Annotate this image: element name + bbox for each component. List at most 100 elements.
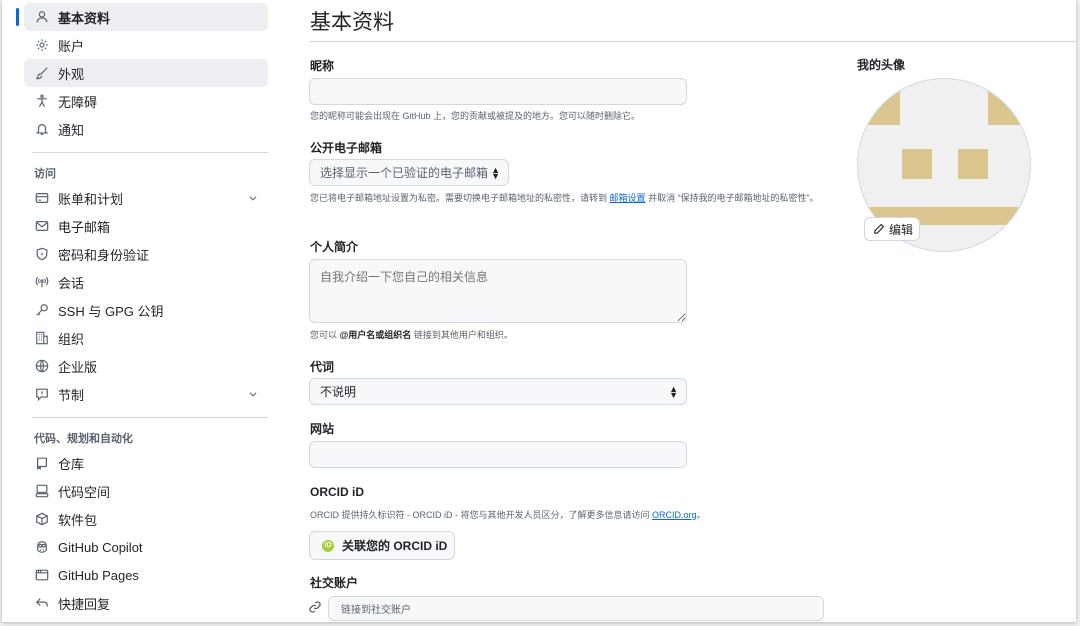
mail-icon bbox=[34, 218, 50, 234]
public-email-selected: 选择显示一个已验证的电子邮箱 bbox=[320, 166, 489, 180]
orcid-note: ORCID 提供持久标识符 - ORCID iD - 将您与其他开发人员区分，了… bbox=[310, 509, 706, 522]
connect-orcid-button[interactable]: iD 关联您的 ORCID iD bbox=[309, 531, 455, 560]
select-arrows-icon: ▲ ▼ bbox=[491, 165, 500, 181]
page-title: 基本资料 bbox=[310, 11, 394, 34]
bio-note-bold: @用户名或组织名 bbox=[339, 330, 412, 340]
divider bbox=[32, 417, 268, 418]
sidebar-item-label: 外观 bbox=[58, 66, 85, 82]
sidebar-item-moderation[interactable]: 节制 bbox=[24, 380, 268, 408]
report-icon bbox=[34, 386, 50, 402]
sidebar-item-label: 账单和计划 bbox=[58, 191, 124, 207]
reply-icon bbox=[34, 595, 50, 611]
public-email-note-text-end: 并取消 “保持我的电子邮箱地址的私密性”。 bbox=[648, 193, 819, 203]
settings-page: 基本资料 账户 外观 无障碍 通知 访问 账单和计划 电子邮箱 密码和身份验证 … bbox=[2, 0, 1076, 622]
bio-label: 个人简介 bbox=[310, 240, 359, 254]
edit-avatar-button[interactable]: 编辑 bbox=[864, 217, 920, 241]
orcid-note-end: 。 bbox=[696, 510, 706, 520]
sidebar-item-ssh-gpg[interactable]: SSH 与 GPG 公钥 bbox=[24, 296, 268, 324]
pronouns-select[interactable]: 不说明 ▲ ▼ bbox=[309, 378, 687, 405]
sidebar-item-emails[interactable]: 电子邮箱 bbox=[24, 212, 268, 240]
orcid-icon: iD bbox=[322, 539, 334, 552]
sidebar-item-profile[interactable]: 基本资料 bbox=[16, 3, 268, 31]
pronouns-label: 代词 bbox=[310, 360, 335, 374]
broadcast-icon bbox=[34, 274, 50, 290]
gear-icon bbox=[34, 37, 50, 53]
chevron-down-icon bbox=[248, 387, 258, 402]
link-icon bbox=[308, 600, 322, 617]
sidebar-item-label: 通知 bbox=[58, 122, 85, 138]
sidebar-item-label: 会话 bbox=[58, 275, 85, 291]
organization-icon bbox=[34, 330, 50, 346]
bio-textarea[interactable] bbox=[309, 259, 687, 323]
sidebar-item-label: 账户 bbox=[58, 38, 85, 54]
connect-orcid-label: 关联您的 ORCID iD bbox=[342, 539, 448, 553]
credit-card-icon bbox=[34, 190, 50, 206]
sidebar-item-label: SSH 与 GPG 公钥 bbox=[58, 303, 164, 319]
sidebar-item-billing[interactable]: 账单和计划 bbox=[24, 184, 268, 212]
sidebar-item-account[interactable]: 账户 bbox=[24, 31, 268, 59]
edit-avatar-label: 编辑 bbox=[889, 222, 914, 237]
browser-icon bbox=[34, 567, 50, 583]
sidebar-item-appearance[interactable]: 外观 bbox=[24, 59, 268, 87]
website-input[interactable] bbox=[309, 441, 687, 468]
email-settings-link[interactable]: 邮箱设置 bbox=[610, 193, 646, 203]
sidebar-item-notifications[interactable]: 通知 bbox=[24, 115, 268, 143]
divider bbox=[32, 152, 268, 153]
chevron-down-icon bbox=[248, 191, 258, 206]
nickname-note: 您的昵称可能会出现在 GitHub 上，您的贡献或被提及的地方。您可以随时删除它… bbox=[310, 111, 641, 121]
bio-note-text: 您可以 bbox=[310, 330, 338, 340]
orcid-label: ORCID iD bbox=[310, 485, 364, 499]
shield-lock-icon bbox=[34, 246, 50, 262]
avatar-label: 我的头像 bbox=[857, 58, 906, 72]
accessibility-icon bbox=[34, 93, 50, 109]
bio-note-text-end: 链接到其他用户和组织。 bbox=[413, 330, 513, 340]
paintbrush-icon bbox=[34, 65, 50, 81]
sidebar-item-label: 快捷回复 bbox=[58, 596, 111, 612]
copilot-icon bbox=[34, 539, 50, 555]
sidebar-item-repositories[interactable]: 仓库 bbox=[24, 449, 268, 477]
bio-note: 您可以 @用户名或组织名 链接到其他用户和组织。 bbox=[310, 329, 513, 342]
active-indicator bbox=[16, 8, 19, 26]
sidebar-item-copilot[interactable]: GitHub Copilot bbox=[24, 533, 268, 561]
avatar-block bbox=[858, 91, 900, 125]
pencil-icon bbox=[874, 223, 885, 234]
bell-icon bbox=[34, 121, 50, 137]
orcid-note-text: ORCID 提供持久标识符 - ORCID iD - 将您与其他开发人员区分，了… bbox=[310, 510, 650, 520]
public-email-note: 您已将电子邮箱地址设置为私密。需要切换电子邮箱地址的私密性，请转到 邮箱设置 并… bbox=[310, 192, 830, 205]
sidebar-item-label: 节制 bbox=[58, 387, 85, 403]
sidebar-item-label: 密码和身份验证 bbox=[58, 247, 150, 263]
sidebar-item-accessibility[interactable]: 无障碍 bbox=[24, 87, 268, 115]
sidebar-item-organizations[interactable]: 组织 bbox=[24, 324, 268, 352]
orcid-org-link[interactable]: ORCID.org bbox=[652, 510, 697, 520]
sidebar-item-sessions[interactable]: 会话 bbox=[24, 268, 268, 296]
sidebar-item-label: 组织 bbox=[58, 331, 85, 347]
public-email-note-text: 您已将电子邮箱地址设置为私密。需要切换电子邮箱地址的私密性，请转到 bbox=[310, 193, 608, 203]
pronouns-selected: 不说明 bbox=[320, 385, 357, 399]
sidebar-item-label: 基本资料 bbox=[58, 10, 111, 26]
sidebar-item-label: 代码空间 bbox=[58, 484, 111, 500]
sidebar-item-pages[interactable]: GitHub Pages bbox=[24, 561, 268, 589]
select-arrows-icon: ▲ ▼ bbox=[669, 384, 678, 400]
public-email-select[interactable]: 选择显示一个已验证的电子邮箱 ▲ ▼ bbox=[309, 159, 509, 186]
social-account-row: 链接到社交账户 bbox=[308, 596, 824, 621]
settings-sidebar: 基本资料 账户 外观 无障碍 通知 访问 账单和计划 电子邮箱 密码和身份验证 … bbox=[16, 3, 276, 622]
repo-icon bbox=[34, 455, 50, 471]
nickname-input[interactable] bbox=[309, 78, 687, 105]
sidebar-item-packages[interactable]: 软件包 bbox=[24, 505, 268, 533]
codespaces-icon bbox=[34, 483, 50, 499]
sidebar-item-codespaces[interactable]: 代码空间 bbox=[24, 477, 268, 505]
person-icon bbox=[34, 9, 50, 25]
globe-icon bbox=[34, 358, 50, 374]
nickname-label: 昵称 bbox=[310, 59, 335, 73]
social-account-input[interactable]: 链接到社交账户 bbox=[328, 596, 824, 621]
website-label: 网站 bbox=[310, 422, 335, 436]
title-divider bbox=[310, 41, 1076, 42]
sidebar-item-security[interactable]: 密码和身份验证 bbox=[24, 240, 268, 268]
sidebar-item-saved-replies[interactable]: 快捷回复 bbox=[24, 589, 268, 617]
public-email-label: 公开电子邮箱 bbox=[310, 141, 383, 155]
group-title-code: 代码、规划和自动化 bbox=[34, 433, 133, 445]
sidebar-item-enterprise[interactable]: 企业版 bbox=[24, 352, 268, 380]
sidebar-item-label: GitHub Pages bbox=[58, 567, 139, 583]
package-icon bbox=[34, 511, 50, 527]
sidebar-item-label: 软件包 bbox=[58, 512, 98, 528]
